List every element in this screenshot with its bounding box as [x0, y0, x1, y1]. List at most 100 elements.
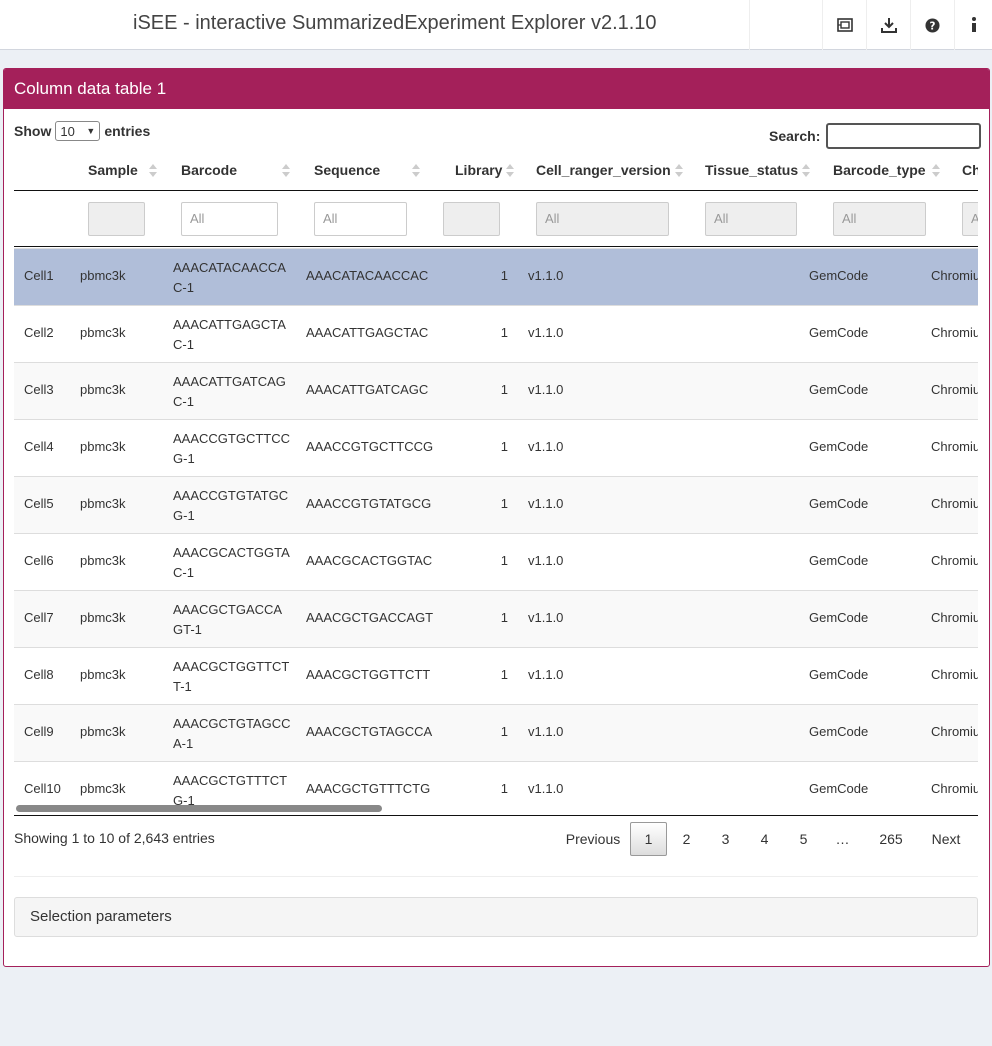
svg-text:?: ?: [930, 20, 936, 32]
cell-version: v1.1.0: [528, 781, 564, 796]
entries-select-value: 10: [60, 123, 75, 139]
table-row[interactable]: Cell5 pbmc3k AAACCGTGTATGCG-1 AAACCGTGTA…: [14, 476, 978, 533]
app-header: iSEE - interactive SummarizedExperiment …: [0, 0, 992, 50]
column-data-table-panel: Column data table 1 Show 10 ▼ entries Se…: [3, 68, 990, 967]
cell-chemistry: Chromiu: [931, 382, 978, 397]
selection-parameters-box[interactable]: Selection parameters: [14, 897, 978, 937]
cell-id: Cell10: [24, 781, 61, 796]
chevron-down-icon: ▼: [86, 126, 96, 136]
pagination-page-last[interactable]: 265: [862, 822, 920, 856]
cell-barcode-type: GemCode: [809, 553, 869, 568]
cell-barcode-type: GemCode: [809, 325, 869, 340]
table-row[interactable]: Cell4 pbmc3k AAACCGTGCTTCCG-1 AAACCGTGCT…: [14, 419, 978, 476]
table-row[interactable]: Cell8 pbmc3k AAACGCTGGTTCTT-1 AAACGCTGGT…: [14, 647, 978, 704]
cell-sequence: AAACGCACTGGTAC: [306, 553, 433, 568]
table-row[interactable]: Cell3 pbmc3k AAACATTGATCAGC-1 AAACATTGAT…: [14, 362, 978, 419]
sort-icon: [282, 164, 290, 178]
table-info: Showing 1 to 10 of 2,643 entries: [14, 830, 215, 846]
export-button[interactable]: [866, 0, 910, 50]
cell-sequence: AAACGCTGGTTCTT: [306, 667, 431, 682]
cell-library: 1: [500, 667, 508, 682]
table-row[interactable]: Cell7 pbmc3k AAACGCTGACCAGT-1 AAACGCTGAC…: [14, 590, 978, 647]
column-header-barcode-type[interactable]: Barcode_type: [833, 162, 926, 178]
cell-id: Cell3: [24, 382, 54, 397]
table-row[interactable]: Cell9 pbmc3k AAACGCTGTAGCCA-1 AAACGCTGTA…: [14, 704, 978, 761]
download-icon: [880, 17, 897, 33]
pagination-next[interactable]: Next: [920, 822, 972, 856]
organize-panels-button[interactable]: [822, 0, 866, 50]
cell-version: v1.1.0: [528, 667, 564, 682]
sort-icon: [506, 164, 514, 178]
cell-id: Cell1: [24, 268, 54, 283]
entries-select[interactable]: 10 ▼: [55, 121, 101, 141]
cell-library: 1: [500, 610, 508, 625]
cell-barcode-type: GemCode: [809, 781, 869, 796]
pagination-page-3[interactable]: 3: [706, 822, 745, 856]
cell-sample: pbmc3k: [80, 667, 126, 682]
cell-barcode-type: GemCode: [809, 724, 869, 739]
cell-sample: pbmc3k: [80, 781, 126, 796]
sort-icon: [932, 164, 940, 178]
sort-icon: [802, 164, 810, 178]
cell-library: 1: [500, 781, 508, 796]
cell-id: Cell5: [24, 496, 54, 511]
help-button[interactable]: ?: [910, 0, 954, 50]
filter-barcode[interactable]: All: [181, 202, 278, 236]
info-icon: [971, 17, 977, 33]
cell-chemistry: Chromiu: [931, 496, 978, 511]
cell-chemistry: Chromiu: [931, 610, 978, 625]
column-header-library[interactable]: Library: [455, 162, 502, 178]
cell-barcode-type: GemCode: [809, 667, 869, 682]
pagination-ellipsis: …: [835, 831, 850, 847]
table-row[interactable]: Cell6 pbmc3k AAACGCACTGGTAC-1 AAACGCACTG…: [14, 533, 978, 590]
column-header-chemistry[interactable]: Ch: [962, 162, 978, 178]
show-label: Show: [14, 123, 52, 139]
table-row[interactable]: Cell1 pbmc3k AAACATACAACCAC-1 AAACATACAA…: [14, 248, 978, 305]
panel-header: Column data table 1: [4, 69, 989, 109]
filter-library[interactable]: [443, 202, 500, 236]
cell-sample: pbmc3k: [80, 382, 126, 397]
cell-library: 1: [500, 325, 508, 340]
filter-tissue-status[interactable]: All: [705, 202, 797, 236]
column-header-cell-ranger-version[interactable]: Cell_ranger_version: [536, 162, 671, 178]
cell-version: v1.1.0: [528, 382, 564, 397]
column-header-sequence[interactable]: Sequence: [314, 162, 380, 178]
cell-id: Cell7: [24, 610, 54, 625]
panel-title: Column data table 1: [14, 79, 167, 98]
search-label: Search:: [769, 128, 821, 144]
cell-sample: pbmc3k: [80, 439, 126, 454]
table-row[interactable]: Cell2 pbmc3k AAACATTGAGCTAC-1 AAACATTGAG…: [14, 305, 978, 362]
pagination-page-1[interactable]: 1: [630, 822, 667, 856]
cell-barcode-type: GemCode: [809, 496, 869, 511]
app-title: iSEE - interactive SummarizedExperiment …: [133, 12, 657, 34]
pagination-previous[interactable]: Previous: [556, 822, 630, 856]
cell-library: 1: [500, 724, 508, 739]
pagination: Previous 1 2 3 4 5 … 265 Next: [556, 821, 972, 857]
cell-barcode: AAACGCTGACCAGT-1: [173, 602, 283, 637]
cell-sample: pbmc3k: [80, 496, 126, 511]
filter-sequence[interactable]: All: [314, 202, 407, 236]
search-control: Search:: [769, 123, 982, 149]
horizontal-scrollbar[interactable]: [16, 805, 382, 812]
cell-barcode: AAACATACAACCAC-1: [173, 260, 286, 295]
info-button[interactable]: [954, 0, 992, 50]
cell-sequence: AAACGCTGTAGCCA: [306, 724, 433, 739]
pagination-page-5[interactable]: 5: [784, 822, 823, 856]
filter-cell-ranger-version[interactable]: All: [536, 202, 669, 236]
search-input[interactable]: [826, 123, 982, 149]
cell-version: v1.1.0: [528, 439, 564, 454]
column-header-barcode[interactable]: Barcode: [181, 162, 237, 178]
filter-barcode-type[interactable]: All: [833, 202, 926, 236]
question-circle-icon: ?: [925, 17, 940, 33]
sort-icon: [675, 164, 683, 178]
pagination-page-2[interactable]: 2: [667, 822, 706, 856]
table-header-row: Sample Barcode Sequence Library Cell_ran…: [14, 151, 978, 191]
filter-chemistry[interactable]: A: [962, 202, 978, 236]
filter-sample[interactable]: [88, 202, 145, 236]
cell-library: 1: [500, 268, 508, 283]
pagination-page-4[interactable]: 4: [745, 822, 784, 856]
column-header-sample[interactable]: Sample: [88, 162, 138, 178]
column-filter-row: All All All All All A: [14, 192, 978, 247]
sort-icon: [412, 164, 420, 178]
column-header-tissue-status[interactable]: Tissue_status: [705, 162, 798, 178]
